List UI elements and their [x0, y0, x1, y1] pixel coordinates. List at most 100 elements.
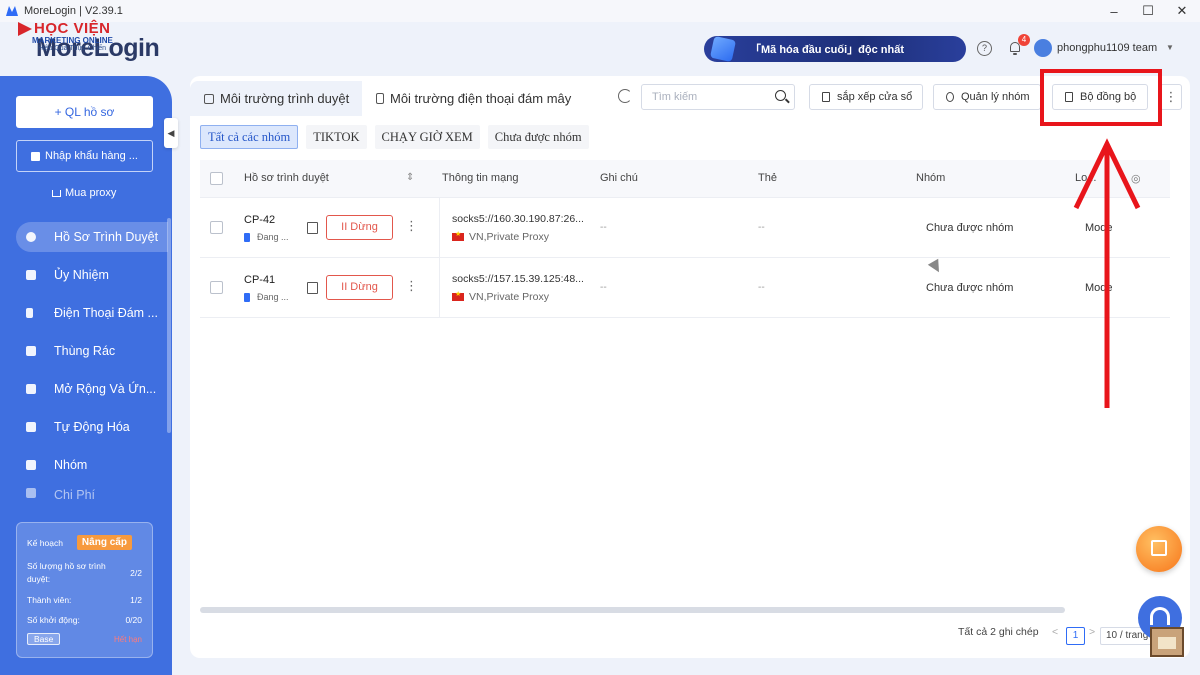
sort-icon[interactable]: ⇕ [406, 172, 414, 183]
puzzle-icon [26, 384, 36, 394]
filter-all-groups[interactable]: Tất cả các nhóm [200, 125, 299, 149]
sidebar-item-trash[interactable]: Thùng Rác [16, 336, 168, 366]
gift-button[interactable] [1136, 526, 1182, 572]
plan-expired-label: Hết hạn [113, 634, 142, 644]
filter-ungrouped[interactable]: Chưa được nhóm [487, 125, 589, 149]
bookmark-icon[interactable] [307, 282, 318, 294]
stop-button[interactable]: II Dừng [326, 215, 393, 240]
proxy-icon [26, 270, 36, 280]
column-divider [439, 198, 440, 257]
buy-proxy-label: Mua proxy [65, 187, 117, 199]
search-input[interactable]: Tìm kiếm [641, 84, 795, 110]
horizontal-scrollbar[interactable] [200, 607, 1065, 613]
filter-chay-gio-xem[interactable]: CHẠY GIỜ XEM [374, 125, 480, 149]
profiles-quota-value: 2/2 [130, 568, 142, 578]
sidebar-item-automation[interactable]: Tự Động Hóa [16, 412, 168, 442]
cost-icon [26, 488, 36, 498]
watermark-line3: Hiệu Quả Thực Chiến [38, 45, 106, 52]
highlight-box [1040, 69, 1162, 126]
column-note: Ghi chú [600, 172, 638, 184]
sidebar-item-label: Nhóm [54, 458, 88, 472]
annotation-arrow-icon [1073, 138, 1141, 408]
sidebar: + QL hồ sơ Nhập khẩu hàng ... Mua proxy … [0, 76, 172, 675]
browser-window-icon [204, 93, 214, 104]
import-button[interactable]: Nhập khẩu hàng ... [16, 140, 153, 172]
proxy-type: VN,Private Proxy [452, 290, 549, 303]
sidebar-collapse-button[interactable]: ◀ [164, 118, 178, 148]
profile-status-text: Đang ... [257, 232, 289, 242]
tag-cell: -- [758, 222, 765, 233]
more-options-button[interactable]: ⋮ [1160, 84, 1182, 110]
phone-icon [244, 292, 250, 302]
stop-button[interactable]: II Dừng [326, 275, 393, 300]
sidebar-item-groups[interactable]: Nhóm [16, 450, 168, 480]
app-logo-icon [6, 6, 18, 16]
arrange-windows-label: sắp xếp cửa sổ [837, 91, 913, 103]
cart-icon [52, 189, 61, 197]
select-all-checkbox[interactable] [210, 172, 223, 185]
notification-badge: 4 [1018, 34, 1030, 46]
avatar[interactable] [1034, 39, 1052, 57]
arrange-windows-button[interactable]: sắp xếp cửa sổ [809, 84, 923, 110]
page-number-button[interactable]: 1 [1066, 627, 1085, 645]
automation-icon [26, 422, 36, 432]
group-icon [26, 460, 36, 470]
sidebar-item-extensions[interactable]: Mở Rộng Và Ứn... [16, 374, 168, 404]
tab-browser-environment[interactable]: Môi trường trình duyệt [190, 81, 362, 116]
promo-banner[interactable]: 「Mã hóa đầu cuối」độc nhất [704, 35, 966, 63]
note-cell: -- [600, 282, 607, 293]
sidebar-item-label: Ủy Nhiệm [54, 268, 109, 282]
prev-page-button[interactable]: < [1052, 626, 1058, 638]
members-value: 1/2 [130, 595, 142, 605]
vietnam-flag-icon [452, 290, 464, 301]
profile-name[interactable]: CP-41 [244, 274, 275, 286]
tab-cloud-phone-environment[interactable]: Môi trường điện thoại đám mây [362, 81, 580, 116]
row-checkbox[interactable] [210, 281, 223, 294]
chevron-down-icon[interactable]: ▼ [1166, 43, 1174, 52]
sidebar-item-label: Mở Rộng Và Ứn... [54, 382, 157, 396]
buy-proxy-link[interactable]: Mua proxy [52, 187, 116, 199]
team-name[interactable]: phongphu1109 team [1057, 42, 1157, 54]
launches-value: 0/20 [125, 615, 142, 625]
column-profile[interactable]: Hồ sơ trình duyệt [244, 172, 329, 184]
manage-groups-button[interactable]: Quản lý nhóm [933, 84, 1041, 110]
profiles-quota-label: Số lượng hồ sơ trình [27, 561, 106, 571]
search-icon[interactable] [775, 90, 786, 101]
sidebar-item-browser-profiles[interactable]: Hồ Sơ Trình Duyệt [16, 222, 168, 252]
gift-icon [1151, 540, 1167, 556]
sidebar-item-label: Thùng Rác [54, 344, 116, 358]
sidebar-item-cloud-phone[interactable]: Điện Thoại Đám ... [16, 298, 168, 328]
corner-thumbnail [1150, 627, 1184, 657]
sidebar-scrollbar[interactable] [167, 218, 171, 433]
column-network: Thông tin mạng [442, 172, 519, 184]
import-icon [31, 151, 40, 161]
row-more-icon[interactable]: ⋮ [405, 218, 418, 234]
row-more-icon[interactable]: ⋮ [405, 278, 418, 294]
group-cell: Chưa được nhóm [926, 282, 1014, 294]
refresh-icon[interactable] [618, 89, 632, 103]
sidebar-item-proxy[interactable]: Ủy Nhiệm [16, 260, 168, 290]
profile-status-text: Đang ... [257, 292, 289, 302]
window-icon [822, 92, 830, 102]
profile-name[interactable]: CP-42 [244, 214, 275, 226]
upgrade-button[interactable]: Nâng cấp [76, 535, 132, 550]
new-profile-button[interactable]: + QL hồ sơ [16, 96, 153, 128]
sidebar-item-label: Điện Thoại Đám ... [54, 306, 158, 320]
table-row[interactable]: CP-42 Đang ... II Dừng ⋮ socks5://160.30… [200, 198, 1170, 258]
proxy-type-text: VN,Private Proxy [469, 231, 549, 243]
table-row[interactable]: CP-41 Đang ... II Dừng ⋮ socks5://157.15… [200, 258, 1170, 318]
next-page-button[interactable]: > [1089, 626, 1095, 638]
filter-tiktok[interactable]: TIKTOK [306, 125, 367, 149]
sidebar-item-cost[interactable]: Chi Phí [16, 488, 168, 504]
tab-label: Môi trường điện thoại đám mây [390, 91, 572, 106]
app-header: MoreLogin HỌC VIỆN MARKETING ONLINE Hiệu… [0, 20, 1200, 76]
headset-icon [1150, 607, 1170, 625]
pagination-total: Tất cả 2 ghi chép [958, 626, 1039, 638]
proxy-type: VN,Private Proxy [452, 230, 549, 243]
plan-card: Kế hoạch Nâng cấp Số lượng hồ sơ trình d… [16, 522, 153, 658]
phone-icon [26, 308, 33, 318]
close-button[interactable]: ✕ [1162, 0, 1200, 22]
row-checkbox[interactable] [210, 221, 223, 234]
bookmark-icon[interactable] [307, 222, 318, 234]
help-icon[interactable]: ? [977, 41, 992, 56]
